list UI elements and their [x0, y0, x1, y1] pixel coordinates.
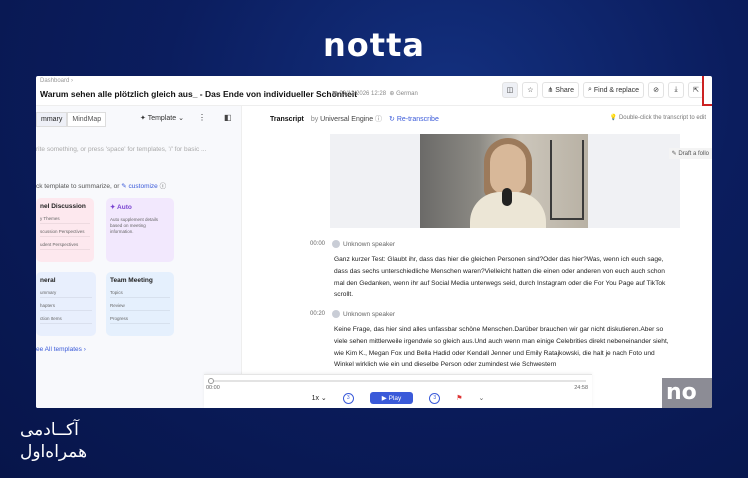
customize-link[interactable]: ✎ customize: [121, 183, 158, 190]
progress-track[interactable]: [208, 378, 586, 384]
breadcrumb[interactable]: Dashboard ›: [40, 78, 73, 84]
video-player[interactable]: [330, 134, 680, 228]
star-icon: ☆: [527, 87, 534, 94]
download-button[interactable]: ⤓: [668, 82, 684, 98]
star-button[interactable]: ☆: [522, 82, 539, 98]
top-bar: Dashboard › Warum sehen alle plötzlich g…: [36, 76, 712, 106]
calendar-icon: ▦: [332, 91, 338, 97]
wand-icon: ✎: [121, 183, 127, 190]
app-window: Dashboard › Warum sehen alle plötzlich g…: [36, 76, 712, 408]
rewind-button[interactable]: 3: [342, 392, 354, 404]
microphone: [502, 188, 512, 206]
info-icon: ⓘ: [159, 183, 167, 190]
bookmark-icon[interactable]: ⚑: [456, 394, 462, 402]
avatar: [332, 310, 340, 318]
template-card-panel-discussion[interactable]: nel Discussion y Themes scussion Perspec…: [36, 198, 94, 262]
forward-button[interactable]: 3: [429, 392, 441, 404]
summary-panel: mmary MindMap ✦ Template ⌄ ⋮ ◧ rite some…: [36, 106, 241, 408]
retranscribe-button[interactable]: ↻ Re-transcribe: [389, 116, 439, 123]
link-icon: ⊘: [653, 87, 659, 94]
page-title: Warum sehen alle plötzlich gleich aus_ -…: [40, 89, 358, 99]
template-card-auto[interactable]: ✦ Auto Auto supplement details based on …: [106, 198, 174, 262]
tab-mindmap[interactable]: MindMap: [67, 112, 107, 127]
more-options-icon[interactable]: ⋮: [198, 113, 206, 122]
template-icon: ✦: [140, 115, 146, 122]
find-replace-button[interactable]: ⌕ Find & replace: [582, 82, 644, 98]
avatar: [332, 240, 340, 248]
bulb-icon: 💡: [609, 115, 618, 121]
highlight-marker: [702, 76, 712, 106]
globe-icon: ⊕: [389, 91, 395, 97]
engine-label: Universal Engine: [320, 116, 374, 123]
video-frame[interactable]: [420, 134, 588, 228]
segment-text[interactable]: Keine Frage, das hier sind alles unfassb…: [334, 324, 676, 371]
template-card-team-meeting[interactable]: Team Meeting Topics Review Progress: [106, 272, 174, 336]
chevron-down-icon[interactable]: ⌄: [479, 394, 485, 402]
segment-time[interactable]: 00:00: [310, 241, 325, 247]
total-time: 24:58: [574, 385, 588, 391]
template-card-general[interactable]: neral ummary hapters ction Items: [36, 272, 96, 336]
speaker-face: [490, 144, 526, 194]
panel-tabs: mmary MindMap: [36, 112, 107, 127]
share-button[interactable]: ⋔ Share: [542, 82, 579, 98]
summary-input[interactable]: rite something, or press 'space' for tem…: [36, 146, 206, 153]
play-button[interactable]: ▶ Play: [369, 392, 414, 404]
progress-handle[interactable]: [208, 378, 214, 384]
info-icon: ⓘ: [375, 116, 383, 123]
transcript-header: Transcript by Universal Engine ⓘ ↻ Re-tr…: [270, 116, 439, 123]
export-icon: ⇱: [693, 87, 699, 94]
refresh-icon: ↻: [389, 116, 395, 123]
speaker-label[interactable]: Unknown speaker: [332, 310, 395, 318]
download-icon: ⤓: [674, 86, 678, 93]
sidebar-toggle-icon[interactable]: ◧: [224, 113, 232, 122]
draft-followup-button[interactable]: ✎ Draft a follo: [668, 148, 712, 159]
notta-logo: notta: [323, 26, 425, 64]
speed-select[interactable]: 1x ⌄: [312, 394, 327, 402]
link-button[interactable]: ⊘: [648, 82, 664, 98]
current-time: 00:00: [206, 385, 220, 391]
template-dropdown[interactable]: ✦ Template ⌄: [140, 114, 184, 122]
template-hint: ck template to summarize, or ✎ customize…: [36, 183, 167, 190]
transcript-panel: Transcript by Universal Engine ⓘ ↻ Re-tr…: [241, 106, 712, 408]
academy-logo-line2: همراه‌اول: [20, 442, 88, 462]
search-icon: ⌕: [587, 86, 592, 93]
toolbar: ◫ ☆ ⋔ Share ⌕ Find & replace ⊘ ⤓ ⇱: [501, 82, 704, 98]
sparkle-icon: ✦: [110, 204, 116, 211]
chevron-down-icon: ⌄: [320, 395, 327, 402]
speaker-label[interactable]: Unknown speaker: [332, 240, 395, 248]
background-shelf: [550, 140, 584, 220]
notta-watermark: no: [662, 378, 712, 408]
segment-time[interactable]: 00:20: [310, 311, 325, 317]
share-icon: ⋔: [547, 87, 554, 94]
chevron-down-icon: ⌄: [178, 115, 184, 122]
all-templates-link[interactable]: ee All templates ›: [36, 346, 86, 353]
play-icon: ▶: [381, 395, 387, 402]
panel-icon: ◫: [506, 87, 514, 94]
pen-icon: ✎: [671, 151, 677, 157]
layout-toggle-button[interactable]: ◫: [501, 82, 519, 98]
player-controls: 1x ⌄ 3 ▶ Play 3 ⚑ ⌄: [204, 392, 592, 404]
edit-hint: 💡 Double-click the transcript to edit: [609, 115, 706, 121]
recording-meta: ▦ 03/12/2026 12:28 ⊕ German: [332, 91, 418, 97]
tab-summary[interactable]: mmary: [36, 112, 68, 127]
audio-player-bar: 00:00 24:58 1x ⌄ 3 ▶ Play 3 ⚑ ⌄: [204, 374, 592, 408]
segment-text[interactable]: Ganz kurzer Test: Glaubt ihr, dass das h…: [334, 254, 676, 301]
academy-logo-line1: آکــادمی: [20, 420, 79, 440]
